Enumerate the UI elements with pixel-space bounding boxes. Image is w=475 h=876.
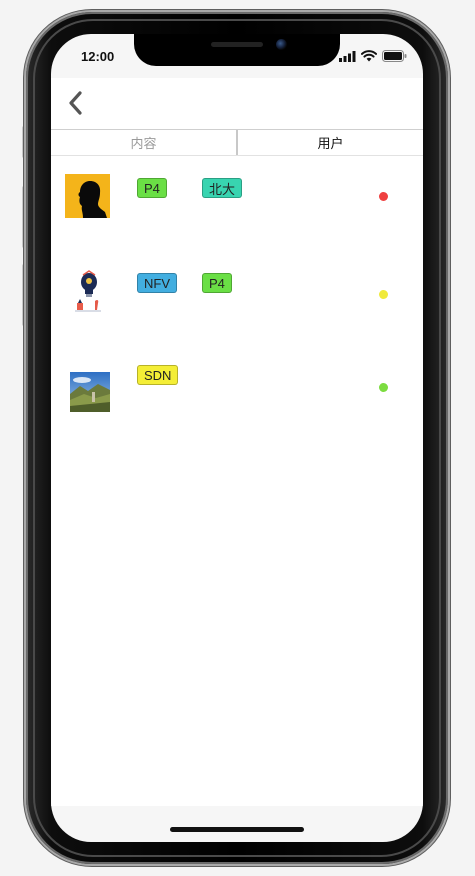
tag-p4[interactable]: P4 [137, 178, 167, 198]
user-avatar[interactable] [65, 269, 110, 313]
wifi-icon [361, 50, 377, 62]
speaker-grille [211, 42, 263, 47]
tab-bar: 内容 用户 [51, 129, 423, 156]
chevron-left-icon [69, 91, 82, 115]
app-content: 内容 用户 P4 北大 NFV P4 SDN [51, 78, 423, 806]
status-dot-yellow [379, 290, 388, 299]
notch [134, 34, 340, 66]
status-dot-green [379, 383, 388, 392]
cellular-signal-icon [339, 50, 356, 62]
tag-sdn[interactable]: SDN [137, 365, 179, 385]
front-camera-icon [276, 39, 287, 50]
battery-icon [382, 50, 407, 62]
status-icons [339, 50, 407, 62]
back-button[interactable] [63, 88, 87, 118]
phone-mockup: 12:00 内容 用户 P4 北大 NFV P4 SDN [0, 0, 475, 876]
user-avatar[interactable] [70, 372, 110, 412]
tag-pku[interactable]: 北大 [202, 178, 243, 198]
tab-content[interactable]: 内容 [51, 130, 238, 155]
tab-users[interactable]: 用户 [238, 130, 423, 155]
tag-nfv[interactable]: NFV [137, 273, 177, 293]
user-avatar[interactable] [65, 174, 110, 218]
silhouette-avatar-image [65, 174, 110, 218]
user-row[interactable]: SDN [51, 362, 423, 422]
landscape-avatar-image [70, 372, 110, 412]
home-indicator[interactable] [170, 827, 304, 832]
user-row[interactable]: P4 北大 [51, 174, 423, 234]
status-dot-red [379, 192, 388, 201]
lightbulb-avatar-image [65, 269, 110, 313]
phone-screen: 12:00 内容 用户 P4 北大 NFV P4 SDN [51, 34, 423, 842]
user-row[interactable]: NFV P4 [51, 269, 423, 329]
tag-p4[interactable]: P4 [202, 273, 232, 293]
status-time: 12:00 [81, 49, 115, 64]
